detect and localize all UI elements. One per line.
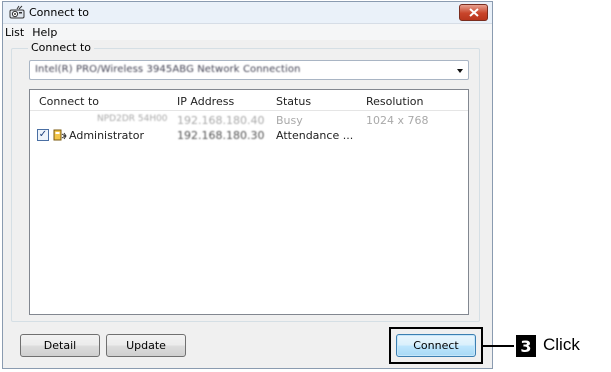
window-title: Connect to xyxy=(29,6,90,19)
connect-highlight-box xyxy=(389,327,483,364)
update-button[interactable]: Update xyxy=(106,334,186,357)
chevron-down-icon[interactable] xyxy=(457,69,463,73)
column-connect-to[interactable]: Connect to xyxy=(39,95,99,108)
menu-help[interactable]: Help xyxy=(28,26,61,39)
row-name: NPD2DR 54H00 xyxy=(97,114,168,124)
projector-list[interactable]: Connect to IP Address Status Resolution … xyxy=(29,89,469,315)
detail-button[interactable]: Detail xyxy=(20,334,100,357)
row-status: Attendance ... xyxy=(276,129,354,142)
title-bar[interactable]: Connect to xyxy=(3,2,492,24)
step-number-badge: 3 xyxy=(516,335,536,357)
row-status: Busy xyxy=(276,114,303,127)
row-ip: 192.168.180.30 xyxy=(177,129,265,142)
close-icon xyxy=(468,8,479,17)
network-adapter-select[interactable]: Intel(R) PRO/Wireless 3945ABG Network Co… xyxy=(29,60,469,80)
list-header: Connect to IP Address Status Resolution xyxy=(30,90,468,111)
projector-camera-icon xyxy=(9,5,25,19)
projector-icon xyxy=(53,129,67,141)
step-instruction: Click xyxy=(543,335,580,354)
table-row[interactable]: NPD2DR 54H00 192.168.180.40 Busy 1024 x … xyxy=(30,113,468,128)
menu-list[interactable]: List xyxy=(3,26,28,39)
row-resolution: 1024 x 768 xyxy=(366,114,429,127)
menu-bar: List Help xyxy=(3,24,492,40)
table-row[interactable]: ✓ Administrator 192.168.180.30 Attendanc… xyxy=(30,128,468,143)
row-name: Administrator xyxy=(69,129,144,142)
group-legend: Connect to xyxy=(28,41,95,54)
close-button[interactable] xyxy=(459,4,488,21)
column-resolution[interactable]: Resolution xyxy=(366,95,423,108)
column-status[interactable]: Status xyxy=(276,95,311,108)
row-ip: 192.168.180.40 xyxy=(177,114,265,127)
network-adapter-value: Intel(R) PRO/Wireless 3945ABG Network Co… xyxy=(35,64,301,75)
column-ip-address[interactable]: IP Address xyxy=(177,95,234,108)
callout-line xyxy=(483,345,514,347)
checkmark-icon: ✓ xyxy=(38,129,48,140)
row-checkbox[interactable]: ✓ xyxy=(37,129,49,141)
